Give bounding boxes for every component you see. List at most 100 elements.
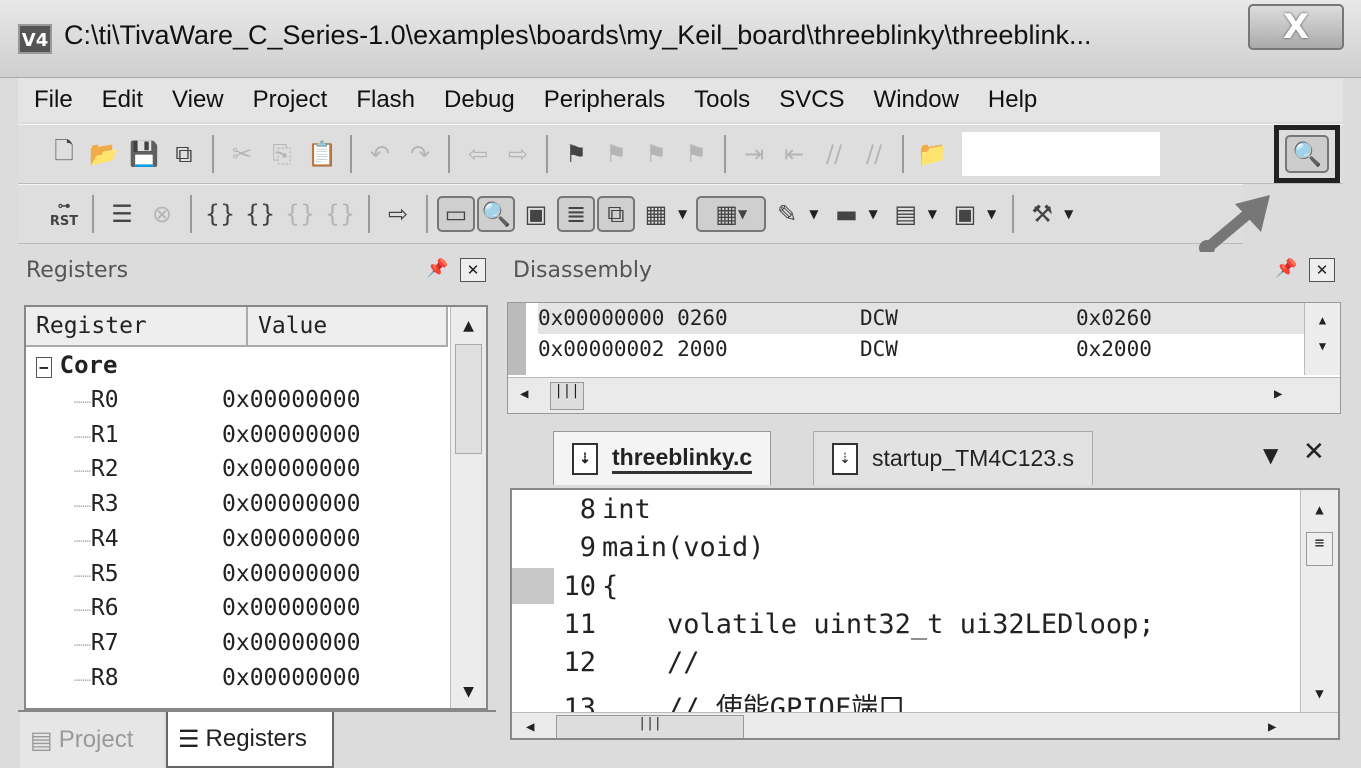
vertical-scrollbar[interactable]: ▲ ▼ [1304, 303, 1340, 375]
toolbox-icon[interactable]: ⚒ [1023, 196, 1061, 232]
new-file-icon[interactable]: 🗋 [45, 136, 83, 172]
disassembly-row[interactable]: 0x00000002 2000 DCW 0x2000 [538, 334, 1306, 365]
scroll-down-icon[interactable]: ▼ [451, 681, 486, 702]
register-row[interactable]: ┈┈R4 0x00000000 [26, 526, 360, 560]
close-panel-icon[interactable]: ✕ [460, 258, 486, 282]
tab-list-dropdown-icon[interactable]: ▼ [1263, 443, 1278, 467]
run-icon[interactable]: ☰ [103, 196, 141, 232]
scroll-up-icon[interactable]: ▲ [1305, 313, 1340, 327]
code-line[interactable]: 10{ [512, 571, 1302, 609]
call-stack-window-icon[interactable]: ⧉ [597, 196, 635, 232]
copy-icon[interactable]: ⎘ [263, 136, 301, 172]
pin-icon[interactable]: 📌 [1275, 258, 1297, 279]
paste-icon[interactable]: 📋 [303, 136, 341, 172]
memory-window-icon[interactable]: ▦ ▼ [696, 196, 767, 232]
nav-forward-icon[interactable]: ⇨ [499, 136, 537, 172]
open-folder-icon[interactable]: 📂 [85, 136, 123, 172]
redo-icon[interactable]: ↷ [401, 136, 439, 172]
tab-project[interactable]: ▤ Project [20, 712, 164, 768]
stop-icon[interactable]: ⊗ [143, 196, 181, 232]
symbols-window-icon[interactable]: ▣ [517, 196, 555, 232]
menu-edit[interactable]: Edit [102, 86, 157, 114]
watch-window-icon[interactable]: ▦ [637, 196, 675, 232]
close-tab-icon[interactable]: ✕ [1303, 437, 1325, 467]
column-header-value[interactable]: Value [248, 307, 448, 347]
disassembly-view[interactable]: 0x00000000 0260 DCW 0x0260 0x00000002 2000 D… [507, 302, 1341, 414]
scroll-left-icon[interactable]: ◀ [526, 719, 534, 735]
menu-tools[interactable]: Tools [694, 86, 764, 114]
find-button[interactable]: 🔍 [1274, 125, 1340, 183]
menu-svcs[interactable]: SVCS [779, 86, 858, 114]
save-icon[interactable]: 💾 [125, 136, 163, 172]
tab-startup-tm4c123-s[interactable]: ⇣ startup_TM4C123.s [813, 431, 1093, 485]
collapse-icon[interactable]: − [36, 357, 52, 378]
menu-flash[interactable]: Flash [356, 86, 429, 114]
chevron-down-icon[interactable]: ▼ [809, 207, 818, 221]
scroll-up-icon[interactable]: ▲ [1301, 502, 1338, 518]
disassembly-row[interactable]: 0x00000000 0260 DCW 0x0260 [538, 303, 1306, 334]
registers-window-icon[interactable]: ≣ [557, 196, 595, 232]
indent-icon[interactable]: ⇥ [735, 136, 773, 172]
code-line[interactable]: 9 main(void) [512, 532, 1302, 570]
register-row[interactable]: ┈┈R6 0x00000000 [26, 595, 360, 629]
register-row[interactable]: ┈┈R8 0x00000000 [26, 665, 360, 699]
clear-bookmarks-icon[interactable]: ⚑ [677, 136, 715, 172]
scroll-right-icon[interactable]: ▶ [1268, 719, 1276, 735]
scroll-thumb[interactable] [455, 344, 482, 454]
register-row[interactable]: ┈┈R7 0x00000000 [26, 630, 360, 664]
close-button[interactable]: X [1248, 4, 1344, 50]
menu-window[interactable]: Window [874, 86, 973, 114]
register-row[interactable]: ┈┈R5 0x00000000 [26, 561, 360, 595]
nav-back-icon[interactable]: ⇦ [459, 136, 497, 172]
horizontal-scrollbar[interactable]: ◀ ||| ▶ [512, 712, 1338, 738]
unindent-icon[interactable]: ⇤ [775, 136, 813, 172]
code-line[interactable]: 11 volatile uint32_t ui32LEDloop; [512, 609, 1302, 647]
cut-icon[interactable]: ✂ [223, 136, 261, 172]
vertical-scrollbar[interactable]: ▲ ≡ ▼ [1300, 490, 1338, 712]
menu-debug[interactable]: Debug [444, 86, 529, 114]
prev-bookmark-icon[interactable]: ⚑ [597, 136, 635, 172]
trace-window-icon[interactable]: ▤ [887, 196, 925, 232]
register-value[interactable]: 0x00000000 [222, 665, 360, 691]
find-in-files-icon[interactable]: 📁 [913, 136, 951, 172]
column-header-register[interactable]: Register [26, 307, 248, 347]
comment-icon[interactable]: // [815, 136, 853, 172]
vertical-scrollbar[interactable]: ▲ ▼ [450, 307, 486, 708]
register-row[interactable]: ┈┈R3 0x00000000 [26, 491, 360, 525]
registers-tree[interactable]: Register Value − Core ┈┈R0 0x00000000 ┈┈R1 0… [24, 305, 488, 710]
chevron-down-icon[interactable]: ▼ [987, 207, 996, 221]
step-over-icon[interactable]: {} [241, 196, 279, 232]
command-window-icon[interactable]: ▭ [437, 196, 475, 232]
step-into-icon[interactable]: {} [201, 196, 239, 232]
uncomment-icon[interactable]: // [855, 136, 893, 172]
scroll-thumb[interactable]: ||| [550, 382, 584, 410]
pin-icon[interactable]: 📌 [426, 258, 448, 279]
register-value[interactable]: 0x00000000 [222, 526, 360, 552]
scroll-thumb[interactable]: ≡ [1306, 532, 1333, 566]
save-all-icon[interactable]: ⧉ [165, 136, 203, 172]
find-input[interactable] [962, 132, 1160, 176]
close-panel-icon[interactable]: ✕ [1309, 258, 1335, 282]
show-next-statement-icon[interactable]: ⇨ [379, 196, 417, 232]
menu-peripherals[interactable]: Peripherals [544, 86, 679, 114]
scroll-up-icon[interactable]: ▲ [451, 315, 486, 336]
scroll-down-icon[interactable]: ▼ [1305, 339, 1340, 353]
register-row[interactable]: ┈┈R2 0x00000000 [26, 456, 360, 490]
scroll-left-icon[interactable]: ◀ [520, 386, 528, 402]
scroll-right-icon[interactable]: ▶ [1274, 386, 1282, 402]
chevron-down-icon[interactable]: ▼ [678, 207, 687, 221]
menu-help[interactable]: Help [988, 86, 1051, 114]
step-out-icon[interactable]: {} [281, 196, 319, 232]
register-value[interactable]: 0x00000000 [222, 595, 360, 621]
register-value[interactable]: 0x00000000 [222, 422, 360, 448]
code-line[interactable]: 12 // [512, 647, 1302, 685]
disassembly-window-icon[interactable]: 🔍 [477, 196, 515, 232]
menu-project[interactable]: Project [253, 86, 342, 114]
scroll-down-icon[interactable]: ▼ [1301, 686, 1338, 702]
menu-view[interactable]: View [172, 86, 238, 114]
bookmark-icon[interactable]: ⚑ [557, 136, 595, 172]
chevron-down-icon[interactable]: ▼ [868, 207, 877, 221]
analysis-window-icon[interactable]: ▬ [827, 196, 865, 232]
chevron-down-icon[interactable]: ▼ [928, 207, 937, 221]
undo-icon[interactable]: ↶ [361, 136, 399, 172]
